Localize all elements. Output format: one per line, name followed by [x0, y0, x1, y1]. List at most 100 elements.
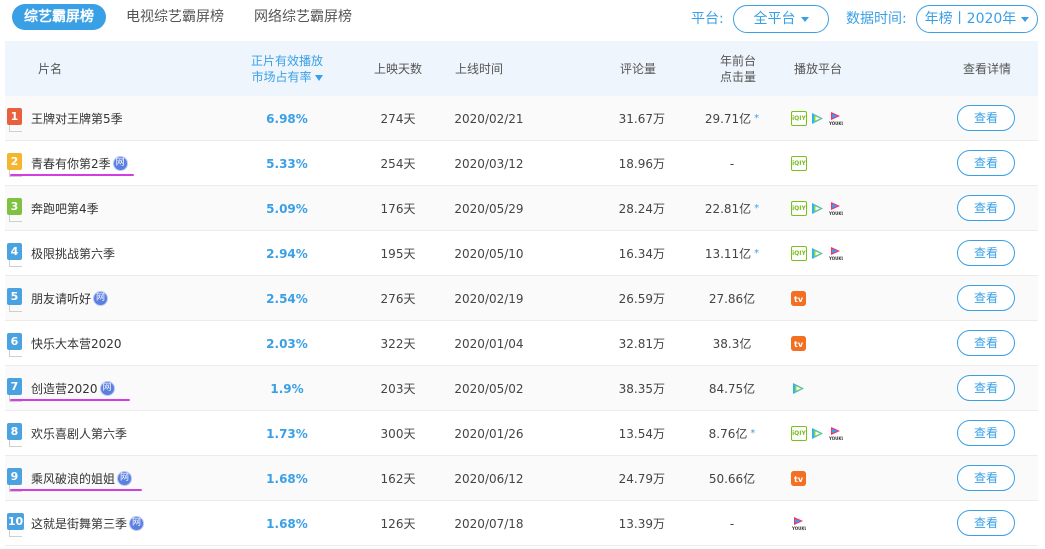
comments-cell: 24.79万	[618, 472, 665, 486]
clicks-value: 38.3亿	[712, 337, 752, 351]
days-cell: 322天	[380, 337, 416, 351]
clicks-cell: -	[695, 141, 769, 186]
chevron-down-icon	[1021, 16, 1030, 22]
view-details-button[interactable]: 查看	[957, 285, 1015, 311]
show-name[interactable]: 欢乐喜剧人第六季	[31, 425, 127, 442]
show-name-cell[interactable]: 朋友请听好网	[31, 276, 108, 321]
tab-variety-ranking[interactable]: 综艺霸屏榜	[12, 4, 106, 30]
table-row: 8 欢乐喜剧人第六季 1.73% 300天 2020/01/26 13.54万 8.76亿 *…	[5, 411, 1038, 456]
view-details-button[interactable]: 查看	[957, 510, 1015, 536]
market-share-cell: 1.68%	[266, 471, 308, 486]
web-variety-badge-icon: 网	[130, 517, 144, 530]
chevron-down-icon	[800, 16, 809, 22]
iqiyi-icon: iQIY	[791, 246, 807, 261]
platform-dropdown[interactable]: 全平台	[733, 5, 829, 33]
view-details-button[interactable]: 查看	[957, 105, 1015, 131]
ranking-table: 片名 正片有效播放 市场占有率 上映天数 上线时间 评论量 年前台 点击量 播放…	[5, 41, 1038, 546]
sort-desc-icon[interactable]	[314, 74, 323, 81]
show-name[interactable]: 极限挑战第六季	[31, 245, 115, 262]
clicks-cell: 29.71亿 *	[695, 96, 769, 141]
view-details-button[interactable]: 查看	[957, 330, 1015, 356]
asterisk-icon: *	[754, 203, 760, 214]
clicks-value: 84.75亿	[708, 382, 756, 396]
view-details-button[interactable]: 查看	[957, 465, 1015, 491]
rank-badge: 3	[7, 198, 22, 222]
show-name-cell[interactable]: 快乐大本营2020	[31, 321, 122, 366]
asterisk-icon: *	[754, 248, 760, 259]
show-name[interactable]: 青春有你第2季	[31, 155, 111, 172]
show-name[interactable]: 奔跑吧第4季	[31, 200, 99, 217]
market-share-cell: 1.73%	[266, 426, 308, 441]
comments-cell: 31.67万	[618, 112, 665, 126]
show-name[interactable]: 王牌对王牌第5季	[31, 110, 123, 127]
col-share-header[interactable]: 正片有效播放 市场占有率	[237, 41, 337, 96]
date-cell: 2020/05/10	[454, 246, 524, 261]
market-share-cell: 2.03%	[266, 336, 308, 351]
show-name-cell[interactable]: 青春有你第2季网	[31, 141, 127, 186]
view-details-button[interactable]: 查看	[957, 420, 1015, 446]
show-name-cell[interactable]: 这就是街舞第三季网	[31, 501, 144, 546]
clicks-cell: -	[695, 501, 769, 546]
svg-text:YOUKU: YOUKU	[828, 436, 843, 441]
clicks-value: -	[729, 516, 735, 531]
date-cell: 2020/07/18	[454, 516, 524, 531]
col-details-header: 查看详情	[962, 61, 1011, 76]
show-name-cell[interactable]: 欢乐喜剧人第六季	[31, 411, 127, 456]
tab-tv-variety-ranking[interactable]: 电视综艺霸屏榜	[126, 4, 224, 30]
clicks-cell: 38.3亿	[695, 321, 769, 366]
market-share-cell: 6.98%	[266, 111, 308, 126]
market-share-cell: 1.68%	[266, 516, 308, 531]
svg-text:YOUKU: YOUKU	[791, 526, 806, 531]
platforms-cell	[791, 366, 806, 411]
clicks-value: 8.76亿	[708, 427, 748, 441]
days-cell: 162天	[380, 472, 416, 486]
show-name-cell[interactable]: 创造营2020 网	[31, 366, 114, 411]
show-name-cell[interactable]: 奔跑吧第4季	[31, 186, 99, 231]
show-name[interactable]: 这就是街舞第三季	[31, 515, 127, 532]
rank-badge: 1	[7, 108, 22, 132]
mango-tv-icon: tv	[791, 471, 806, 486]
iqiyi-icon: iQIY	[791, 201, 807, 216]
top-bar: 综艺霸屏榜 电视综艺霸屏榜 网络综艺霸屏榜 平台: 全平台 数据时间: 年榜丨2…	[0, 0, 1045, 36]
asterisk-icon: *	[754, 113, 760, 124]
market-share-cell: 5.09%	[266, 201, 308, 216]
date-cell: 2020/01/04	[454, 336, 524, 351]
platforms-cell: tv	[791, 321, 806, 366]
iqiyi-icon: iQIY	[791, 111, 807, 126]
web-variety-badge-icon: 网	[113, 157, 127, 170]
youku-icon: YOUKU	[791, 516, 808, 531]
tab-web-variety-ranking[interactable]: 网络综艺霸屏榜	[254, 4, 352, 30]
clicks-cell: 27.86亿	[695, 276, 769, 321]
show-name[interactable]: 乘风破浪的姐姐	[31, 470, 115, 487]
tencent-video-icon	[810, 426, 825, 441]
svg-text:tv: tv	[794, 475, 804, 484]
days-cell: 126天	[380, 517, 416, 531]
view-details-button[interactable]: 查看	[957, 150, 1015, 176]
market-share-cell: 5.33%	[266, 156, 308, 171]
table-body: 1 王牌对王牌第5季 6.98% 274天 2020/02/21 31.67万 29.71亿…	[5, 96, 1038, 546]
platforms-cell: YOUKU	[791, 501, 808, 546]
view-details-button[interactable]: 查看	[957, 195, 1015, 221]
platform-filter-label: 平台:	[691, 11, 724, 27]
table-row: 10 这就是街舞第三季网 1.68% 126天 2020/07/18 13.39万 - YOU…	[5, 501, 1038, 546]
days-cell: 276天	[380, 292, 416, 306]
days-cell: 203天	[380, 382, 416, 396]
clicks-value: 22.81亿	[704, 202, 752, 216]
show-name[interactable]: 朋友请听好	[31, 290, 91, 307]
view-details-button[interactable]: 查看	[957, 375, 1015, 401]
time-dropdown[interactable]: 年榜丨2020年	[916, 5, 1038, 33]
show-name[interactable]: 快乐大本营2020	[31, 335, 122, 352]
highlight-underline	[10, 489, 142, 491]
col-days-header: 上映天数	[373, 61, 422, 76]
show-name[interactable]: 创造营2020	[31, 380, 98, 397]
date-cell: 2020/01/26	[454, 426, 524, 441]
clicks-cell: 22.81亿 *	[695, 186, 769, 231]
show-name-cell[interactable]: 极限挑战第六季	[31, 231, 115, 276]
highlight-underline	[10, 399, 130, 401]
clicks-cell: 50.66亿	[695, 456, 769, 501]
view-details-button[interactable]: 查看	[957, 240, 1015, 266]
web-variety-badge-icon: 网	[94, 292, 108, 305]
show-name-cell[interactable]: 王牌对王牌第5季	[31, 96, 123, 141]
clicks-value: 50.66亿	[708, 472, 756, 486]
show-name-cell[interactable]: 乘风破浪的姐姐网	[31, 456, 132, 501]
